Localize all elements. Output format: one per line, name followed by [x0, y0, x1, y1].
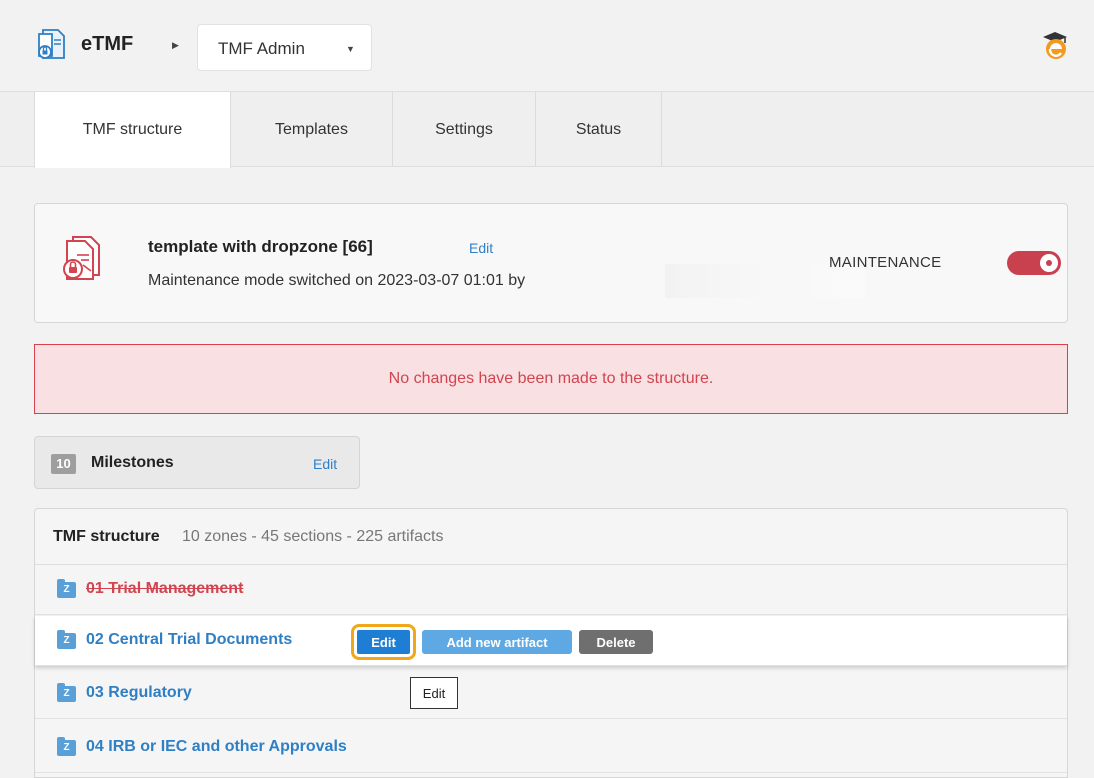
tab-status[interactable]: Status: [536, 92, 662, 167]
zone-name[interactable]: 03 Regulatory: [86, 684, 192, 702]
chevron-down-icon: ▼: [346, 44, 355, 54]
zone-row[interactable]: Z 04 IRB or IEC and other Approvals: [35, 723, 1067, 773]
tab-templates[interactable]: Templates: [231, 92, 393, 167]
tab-settings[interactable]: Settings: [393, 92, 536, 167]
zone-edit-button[interactable]: Edit: [351, 624, 416, 660]
admin-dropdown[interactable]: TMF Admin ▼: [197, 24, 372, 71]
zone-row[interactable]: Z 03 Regulatory: [35, 669, 1067, 719]
maintenance-info: Maintenance mode switched on 2023-03-07 …: [148, 272, 526, 289]
zone-name[interactable]: 02 Central Trial Documents: [86, 631, 292, 649]
zone-folder-icon: Z: [57, 579, 76, 598]
zone-folder-icon: Z: [57, 737, 76, 756]
zone-row[interactable]: Z 01 Trial Management: [35, 565, 1067, 615]
milestones-edit-link[interactable]: Edit: [313, 456, 337, 472]
tmf-structure-header: TMF structure 10 zones - 45 sections - 2…: [35, 509, 1067, 565]
template-card: template with dropzone [66] Edit Mainten…: [34, 203, 1068, 323]
zone-name[interactable]: 04 IRB or IEC and other Approvals: [86, 738, 347, 756]
tmf-structure-panel: TMF structure 10 zones - 45 sections - 2…: [34, 508, 1068, 778]
tmf-structure-title: TMF structure: [53, 528, 160, 545]
toggle-knob: [1040, 254, 1058, 272]
locked-document-icon: [63, 236, 100, 280]
top-bar: eTMF ▶ TMF Admin ▼: [0, 0, 1094, 92]
tmf-structure-summary: 10 zones - 45 sections - 225 artifacts: [182, 528, 444, 545]
edit-tooltip: Edit: [410, 677, 458, 709]
admin-dropdown-label: TMF Admin: [218, 39, 305, 58]
template-title: template with dropzone [66]: [148, 237, 373, 256]
zone-delete-button[interactable]: Delete: [579, 630, 653, 654]
add-new-artifact-button[interactable]: Add new artifact: [422, 630, 572, 654]
milestones-label: Milestones: [91, 454, 174, 471]
tab-bar: TMF structure Templates Settings Status: [0, 92, 1094, 168]
zone-folder-icon: Z: [57, 683, 76, 702]
no-changes-alert: No changes have been made to the structu…: [34, 344, 1068, 414]
template-edit-link[interactable]: Edit: [469, 240, 493, 256]
milestones-panel: 10 Milestones Edit: [34, 436, 360, 489]
breadcrumb-arrow-icon: ▶: [172, 40, 179, 50]
zone-folder-icon: Z: [57, 630, 76, 649]
app-name[interactable]: eTMF: [81, 33, 133, 56]
academy-icon[interactable]: [1040, 28, 1070, 62]
zone-name[interactable]: 01 Trial Management: [86, 580, 243, 598]
maintenance-label: MAINTENANCE: [829, 254, 942, 271]
maintenance-toggle[interactable]: [1007, 251, 1061, 275]
zone-row[interactable]: Z 02 Central Trial Documents Edit Add ne…: [35, 616, 1067, 666]
milestones-count-badge: 10: [51, 454, 76, 474]
main-content: template with dropzone [66] Edit Mainten…: [0, 168, 1094, 778]
etmf-app-icon[interactable]: [36, 28, 66, 62]
tab-tmf-structure[interactable]: TMF structure: [34, 92, 231, 168]
